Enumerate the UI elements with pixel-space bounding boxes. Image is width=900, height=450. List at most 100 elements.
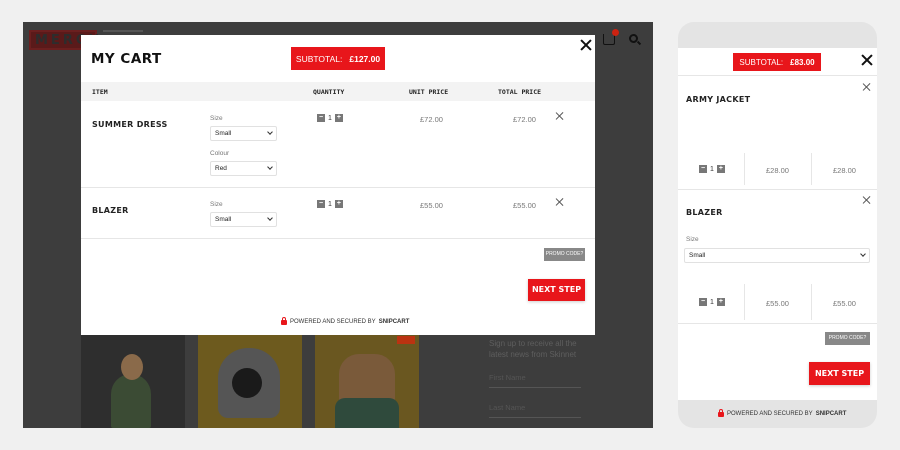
colour-label: Colour bbox=[210, 150, 230, 157]
sale-badge bbox=[397, 336, 415, 344]
chevron-down-icon bbox=[267, 164, 273, 170]
product-image bbox=[111, 374, 151, 428]
lock-icon bbox=[718, 409, 724, 417]
product-tile[interactable] bbox=[81, 334, 185, 428]
size-label: Size bbox=[210, 115, 223, 122]
product-image bbox=[335, 398, 399, 428]
product-tile[interactable] bbox=[198, 334, 302, 428]
increase-quantity-button[interactable]: + bbox=[716, 165, 725, 173]
subtotal-badge: SUBTOTAL: £83.00 bbox=[733, 53, 821, 71]
quantity-stepper: − 1 + bbox=[699, 165, 725, 173]
colour-select[interactable]: Red bbox=[210, 161, 277, 176]
next-step-button[interactable]: NEXT STEP bbox=[528, 279, 585, 301]
product-tile[interactable] bbox=[315, 334, 419, 428]
divider bbox=[678, 323, 877, 324]
divider bbox=[678, 189, 877, 190]
unit-price: £72.00 bbox=[420, 115, 443, 124]
promo-code-button[interactable]: PROMO CODE? bbox=[544, 248, 585, 261]
total-price: £55.00 bbox=[513, 201, 536, 210]
remove-item-icon[interactable] bbox=[556, 198, 564, 206]
remove-item-icon[interactable] bbox=[556, 112, 564, 120]
quantity-stepper: − 1 + bbox=[317, 200, 343, 208]
colour-value: Red bbox=[215, 165, 227, 172]
nav-underline bbox=[103, 30, 143, 32]
powered-prefix: POWERED AND SECURED BY bbox=[290, 318, 376, 325]
item-name: SUMMER DRESS bbox=[92, 120, 168, 129]
row-divider bbox=[81, 187, 595, 188]
newsletter-text: Sign up to receive all the latest news f… bbox=[489, 339, 577, 359]
divider bbox=[744, 153, 745, 185]
chevron-down-icon bbox=[267, 215, 273, 221]
chevron-down-icon bbox=[860, 251, 866, 257]
increase-quantity-button[interactable]: + bbox=[716, 298, 725, 306]
item-name: BLAZER bbox=[686, 208, 723, 217]
powered-brand[interactable]: SNIPCART bbox=[816, 411, 847, 417]
powered-brand[interactable]: SNIPCART bbox=[379, 319, 410, 325]
last-name-field[interactable]: Last Name bbox=[489, 398, 581, 418]
unit-price: £55.00 bbox=[766, 299, 789, 308]
subtotal-label: SUBTOTAL: bbox=[295, 53, 343, 64]
powered-by: POWERED AND SECURED BY SNIPCART bbox=[281, 317, 410, 325]
subtotal-value: £127.00 bbox=[349, 53, 381, 64]
quantity-value: 1 bbox=[710, 298, 714, 306]
next-step-button[interactable]: NEXT STEP bbox=[809, 362, 870, 385]
size-label: Size bbox=[210, 201, 223, 208]
size-select[interactable]: Small bbox=[210, 126, 277, 141]
first-name-field[interactable]: First Name bbox=[489, 368, 581, 388]
subtotal-label: SUBTOTAL: bbox=[739, 57, 784, 67]
divider bbox=[811, 153, 812, 185]
search-icon[interactable] bbox=[629, 34, 638, 43]
header-item: ITEM bbox=[92, 88, 108, 96]
quantity-stepper: − 1 + bbox=[317, 114, 343, 122]
item-name: BLAZER bbox=[92, 206, 129, 215]
header-quantity: QUANTITY bbox=[313, 88, 345, 96]
header-total-price: TOTAL PRICE bbox=[498, 88, 542, 96]
item-name: ARMY JACKET bbox=[686, 95, 751, 104]
divider bbox=[811, 284, 812, 320]
chevron-down-icon bbox=[267, 129, 273, 135]
decrease-quantity-button[interactable]: − bbox=[699, 165, 707, 173]
divider bbox=[744, 284, 745, 320]
mobile-preview: SUBTOTAL: £83.00 ARMY JACKET − 1 + £28.0… bbox=[678, 22, 877, 428]
increase-quantity-button[interactable]: + bbox=[334, 114, 343, 122]
quantity-value: 1 bbox=[328, 200, 332, 208]
total-price: £72.00 bbox=[513, 115, 536, 124]
total-price: £28.00 bbox=[833, 166, 856, 175]
size-select[interactable]: Small bbox=[684, 248, 870, 263]
subtotal-badge: SUBTOTAL: £127.00 bbox=[291, 47, 385, 70]
cart-title: MY CART bbox=[91, 51, 162, 67]
decrease-quantity-button[interactable]: − bbox=[699, 298, 707, 306]
quantity-stepper: − 1 + bbox=[699, 298, 725, 306]
cart-modal: MY CART SUBTOTAL: £127.00 ITEM QUANTITY … bbox=[81, 35, 595, 335]
cart-badge bbox=[612, 29, 619, 36]
cart-table-header: ITEM QUANTITY UNIT PRICE TOTAL PRICE bbox=[81, 82, 595, 101]
row-divider bbox=[81, 238, 595, 239]
size-value: Small bbox=[215, 130, 232, 137]
decrease-quantity-button[interactable]: − bbox=[317, 200, 325, 208]
size-label: Size bbox=[686, 236, 699, 243]
divider bbox=[678, 75, 877, 76]
remove-item-icon[interactable] bbox=[863, 196, 871, 204]
desktop-preview: MERCH Sign up to receive all the latest … bbox=[23, 22, 653, 428]
product-image bbox=[232, 368, 262, 398]
unit-price: £55.00 bbox=[420, 201, 443, 210]
header-unit-price: UNIT PRICE bbox=[409, 88, 449, 96]
subtotal-value: £83.00 bbox=[790, 57, 815, 67]
powered-by: POWERED AND SECURED BY SNIPCART bbox=[718, 409, 847, 417]
quantity-value: 1 bbox=[710, 165, 714, 173]
unit-price: £28.00 bbox=[766, 166, 789, 175]
product-image bbox=[121, 354, 143, 380]
remove-item-icon[interactable] bbox=[863, 83, 871, 91]
powered-prefix: POWERED AND SECURED BY bbox=[727, 410, 813, 417]
close-icon[interactable] bbox=[580, 39, 592, 51]
mobile-cart: SUBTOTAL: £83.00 ARMY JACKET − 1 + £28.0… bbox=[678, 48, 877, 417]
size-select[interactable]: Small bbox=[210, 212, 277, 227]
lock-icon bbox=[281, 317, 287, 325]
promo-code-button[interactable]: PROMO CODE? bbox=[825, 332, 870, 345]
close-icon[interactable] bbox=[861, 54, 873, 66]
increase-quantity-button[interactable]: + bbox=[334, 200, 343, 208]
total-price: £55.00 bbox=[833, 299, 856, 308]
decrease-quantity-button[interactable]: − bbox=[317, 114, 325, 122]
size-value: Small bbox=[215, 216, 232, 223]
quantity-value: 1 bbox=[328, 114, 332, 122]
